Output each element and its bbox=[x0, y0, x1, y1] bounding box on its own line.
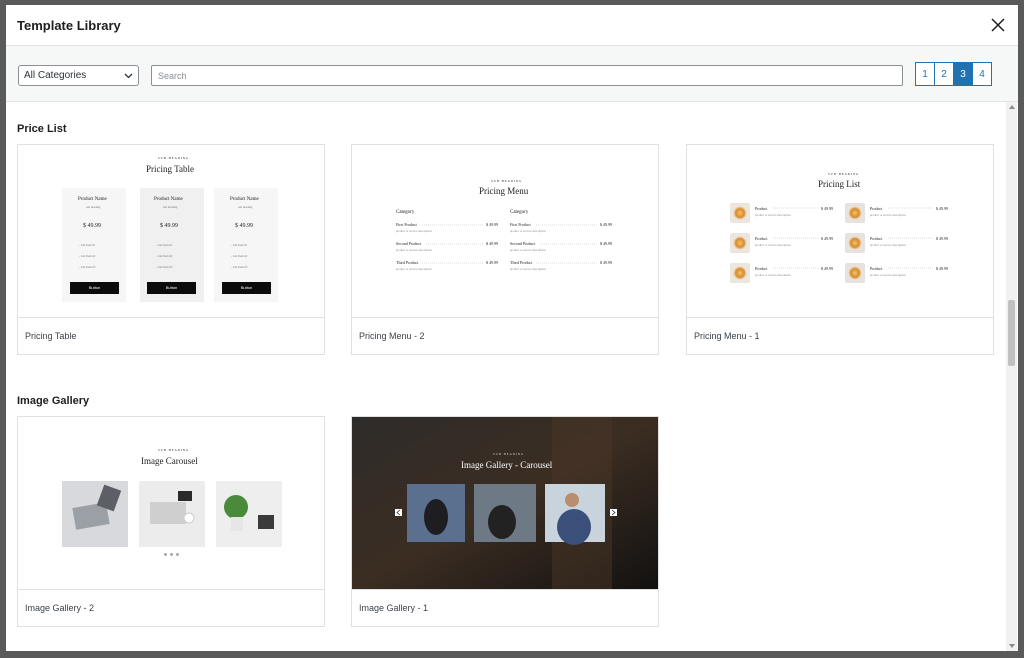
preview-list-item: - List Item #1 bbox=[231, 243, 248, 247]
template-preview: SUB HEADING Image Carousel bbox=[18, 417, 324, 590]
search-input[interactable] bbox=[151, 65, 903, 86]
preview-desc: product or service description bbox=[510, 267, 546, 271]
page-3-button[interactable]: 3 bbox=[953, 62, 973, 86]
scrollbar-thumb[interactable] bbox=[1008, 300, 1015, 366]
preview-button: Button bbox=[222, 282, 271, 294]
preview-price: $ 49.99 bbox=[821, 206, 833, 211]
preview-desc: product or service description bbox=[755, 243, 791, 247]
filter-toolbar: All Categories 1 2 3 4 bbox=[6, 46, 1018, 102]
preview-desc: product or service description bbox=[755, 213, 791, 217]
preview-price: $ 49.99 bbox=[821, 266, 833, 271]
carousel-dot bbox=[176, 553, 179, 556]
preview-list-item: - List Item #3 bbox=[79, 265, 96, 269]
template-card-pricing-table[interactable]: SUB HEADING Pricing Table Product Name s… bbox=[17, 144, 325, 355]
template-library-modal: Template Library All Categories 1 2 3 4 … bbox=[6, 5, 1018, 651]
preview-sub: sub heading bbox=[163, 205, 178, 209]
template-preview: SUB HEADING Pricing Menu Category Catego… bbox=[352, 145, 658, 318]
preview-product: Product bbox=[870, 206, 883, 211]
preview-price: $ 49.99 bbox=[936, 266, 948, 271]
preview-product: Product Name bbox=[154, 197, 183, 202]
preview-button: Button bbox=[147, 282, 196, 294]
section-title-price-list: Price List bbox=[17, 123, 67, 135]
carousel-dot bbox=[170, 553, 173, 556]
preview-list-item: - List Item #1 bbox=[156, 243, 173, 247]
preview-product: Product bbox=[870, 266, 883, 271]
pricing-column: Product Name sub heading $ 49.99 - List … bbox=[214, 188, 278, 302]
scroll-up-icon[interactable] bbox=[1009, 105, 1015, 109]
template-card-label: Pricing Table bbox=[25, 331, 77, 341]
preview-button: Button bbox=[70, 282, 119, 294]
preview-product: Product Name bbox=[78, 197, 107, 202]
template-card-label: Pricing Menu - 2 bbox=[359, 331, 425, 341]
category-select-value: All Categories bbox=[24, 70, 87, 81]
template-card-label: Pricing Menu - 1 bbox=[694, 331, 760, 341]
preview-desc: product or service description bbox=[396, 229, 432, 233]
pagination: 1 2 3 4 bbox=[915, 62, 992, 86]
section-title-image-gallery: Image Gallery bbox=[17, 395, 90, 407]
chevron-down-icon bbox=[124, 73, 133, 78]
vertical-scrollbar[interactable] bbox=[1006, 102, 1017, 651]
modal-title: Template Library bbox=[17, 17, 121, 33]
template-card-image-gallery-2[interactable]: SUB HEADING Image Carousel Image Gallery… bbox=[17, 416, 325, 627]
preview-desc: product or service description bbox=[396, 248, 432, 252]
template-card-pricing-menu-2[interactable]: SUB HEADING Pricing Menu Category Catego… bbox=[351, 144, 659, 355]
page-4-button[interactable]: 4 bbox=[972, 62, 992, 86]
food-images bbox=[730, 203, 934, 283]
page-1-button[interactable]: 1 bbox=[915, 62, 935, 86]
preview-price: $ 49.99 bbox=[235, 223, 253, 229]
preview-list-item: - List Item #3 bbox=[231, 265, 248, 269]
preview-heading: Image Gallery - Carousel bbox=[461, 460, 553, 470]
preview-price: $ 49.99 bbox=[821, 236, 833, 241]
preview-product: Product Name bbox=[230, 197, 259, 202]
preview-heading: Pricing Table bbox=[146, 164, 194, 174]
preview-sub: sub heading bbox=[238, 205, 253, 209]
preview-price: $ 49.99 bbox=[936, 236, 948, 241]
preview-product: Product bbox=[755, 206, 768, 211]
preview-product: Product bbox=[755, 236, 768, 241]
preview-desc: product or service description bbox=[870, 243, 906, 247]
modal-header: Template Library bbox=[6, 5, 1018, 46]
carousel-images bbox=[62, 481, 282, 547]
preview-desc: product or service description bbox=[870, 273, 906, 277]
template-preview: SUB HEADING Pricing List Product Product… bbox=[687, 145, 993, 318]
preview-product: Product bbox=[870, 236, 883, 241]
preview-list-item: - List Item #2 bbox=[156, 254, 173, 258]
template-preview: SUB HEADING Image Gallery - Carousel bbox=[352, 417, 658, 590]
template-preview: SUB HEADING Pricing Table Product Name s… bbox=[18, 145, 324, 318]
preview-desc: product or service description bbox=[870, 213, 906, 217]
pricing-column: Product Name sub heading $ 49.99 - List … bbox=[62, 188, 126, 302]
gallery-background-image bbox=[352, 417, 658, 589]
preview-list-item: - List Item #2 bbox=[231, 254, 248, 258]
preview-price: $ 49.99 bbox=[936, 206, 948, 211]
preview-desc: product or service description bbox=[510, 248, 546, 252]
template-card-pricing-menu-1[interactable]: SUB HEADING Pricing List Product Product… bbox=[686, 144, 994, 355]
template-list: Price List SUB HEADING Pricing Table Pro… bbox=[6, 102, 1006, 651]
page-2-button[interactable]: 2 bbox=[934, 62, 954, 86]
template-card-label: Image Gallery - 2 bbox=[25, 603, 95, 613]
template-card-image-gallery-1[interactable]: SUB HEADING Image Gallery - Carousel Ima… bbox=[351, 416, 659, 627]
preview-kicker: SUB HEADING bbox=[493, 452, 525, 456]
category-select[interactable]: All Categories bbox=[18, 65, 139, 86]
preview-price: $ 49.99 bbox=[160, 223, 178, 229]
carousel-dot bbox=[164, 553, 167, 556]
preview-desc: product or service description bbox=[755, 273, 791, 277]
close-icon[interactable] bbox=[990, 17, 1006, 33]
preview-kicker: SUB HEADING bbox=[158, 156, 190, 160]
preview-sub: sub heading bbox=[86, 205, 101, 209]
preview-price: $ 49.99 bbox=[83, 223, 101, 229]
preview-product: Product bbox=[755, 266, 768, 271]
preview-desc: product or service description bbox=[510, 229, 546, 233]
preview-list-item: - List Item #2 bbox=[79, 254, 96, 258]
preview-desc: product or service description bbox=[396, 267, 432, 271]
preview-list-item: - List Item #1 bbox=[79, 243, 96, 247]
pricing-column: Product Name sub heading $ 49.99 - List … bbox=[140, 188, 204, 302]
preview-list-item: - List Item #3 bbox=[156, 265, 173, 269]
scroll-down-icon[interactable] bbox=[1009, 644, 1015, 648]
template-card-label: Image Gallery - 1 bbox=[359, 603, 429, 613]
